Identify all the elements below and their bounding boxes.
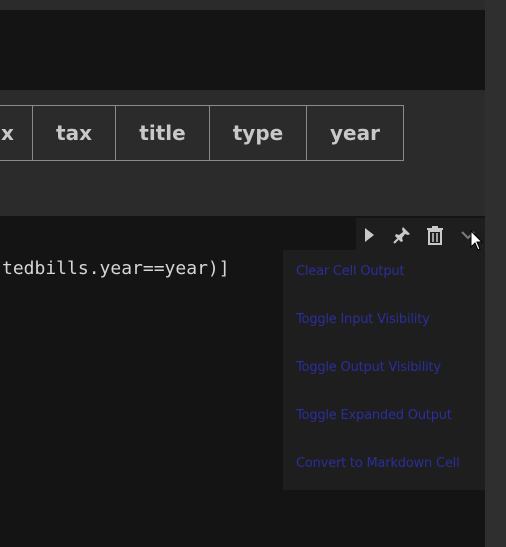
scrollbar-track[interactable] <box>485 0 506 547</box>
menu-item-clear-cell-output[interactable]: Clear Cell Output <box>296 264 405 279</box>
cell-toolbar <box>356 218 485 250</box>
dataframe-table-header: x tax title type year <box>0 105 404 161</box>
mouse-cursor-icon <box>470 229 484 256</box>
menu-item-toggle-output-visibility[interactable]: Toggle Output Visibility <box>296 360 441 375</box>
menu-item-convert-to-markdown-cell[interactable]: Convert to Markdown Cell <box>296 456 460 471</box>
previous-cell-area <box>0 10 485 90</box>
code-line[interactable]: tedbills.year==year)] <box>2 258 230 279</box>
pin-icon[interactable] <box>391 224 413 246</box>
trash-icon[interactable] <box>424 224 446 246</box>
column-header-type: type <box>210 106 307 160</box>
column-header-x: x <box>0 106 33 160</box>
column-header-year: year <box>330 121 380 145</box>
column-header-title: title <box>116 106 210 160</box>
column-header-tax: tax <box>33 106 116 160</box>
play-icon[interactable] <box>358 224 380 246</box>
cell-options-menu: Clear Cell Output Toggle Input Visibilit… <box>283 250 485 490</box>
menu-item-toggle-input-visibility[interactable]: Toggle Input Visibility <box>296 312 430 327</box>
menu-item-toggle-expanded-output[interactable]: Toggle Expanded Output <box>296 408 452 423</box>
